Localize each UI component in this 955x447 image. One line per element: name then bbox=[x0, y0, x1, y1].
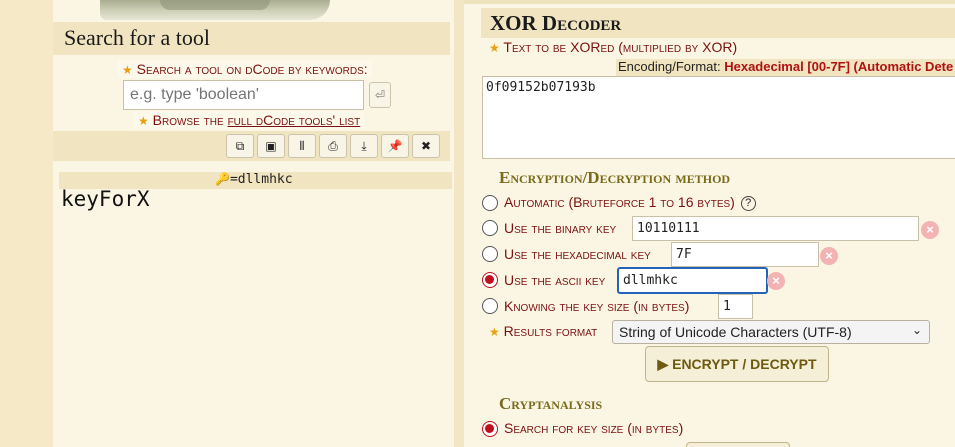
browse-tools-label: ★ Browse the full dCode tools' list bbox=[134, 111, 365, 129]
star-icon: ★ bbox=[489, 41, 500, 55]
radio-binary-key[interactable] bbox=[482, 220, 498, 236]
search-keywords-text: Search a tool on dCode by keywords: bbox=[136, 61, 368, 77]
binary-key-input[interactable]: 10110111 bbox=[632, 216, 919, 241]
option-binary-key[interactable]: Use the binary key bbox=[504, 220, 616, 236]
decoded-result: keyForX bbox=[61, 187, 150, 211]
clear-binary-icon[interactable]: × bbox=[921, 221, 939, 239]
pin-icon: 📌 bbox=[387, 139, 403, 153]
star-icon: ★ bbox=[489, 325, 500, 339]
encoding-prefix: Encoding/Format: bbox=[618, 59, 725, 74]
hex-key-input[interactable]: 7F bbox=[671, 242, 819, 267]
option-automatic[interactable]: Automatic (Bruteforce 1 to 16 bytes) ? bbox=[504, 194, 756, 211]
chevron-down-icon: ⌄ bbox=[911, 323, 922, 337]
columns-button[interactable]: ⦀ bbox=[288, 134, 316, 158]
screenshot-icon: ▣ bbox=[265, 139, 277, 153]
top-strip bbox=[464, 0, 955, 4]
results-format-value: String of Unicode Characters (UTF-8) bbox=[619, 324, 852, 340]
clear-ascii-icon[interactable]: × bbox=[767, 272, 785, 290]
enter-icon: ⏎ bbox=[374, 88, 386, 102]
xor-decoder-header: XOR Decoder bbox=[481, 8, 955, 38]
option-key-size[interactable]: Knowing the key size (in bytes) bbox=[504, 298, 689, 314]
download-icon: ⤓ bbox=[361, 139, 367, 153]
xor-text-input[interactable]: 0f09152b07193b bbox=[482, 76, 955, 159]
option-ascii-key[interactable]: Use the ascii key bbox=[504, 272, 605, 288]
left-gutter bbox=[0, 0, 53, 447]
star-icon: ★ bbox=[138, 114, 149, 128]
text-input-label: ★ Text to be XORed (multiplied by XOR) bbox=[489, 39, 737, 55]
browse-prefix: Browse the bbox=[152, 112, 228, 128]
download-button[interactable]: ⤓ bbox=[350, 134, 378, 158]
key-icon: 🔑 bbox=[215, 172, 230, 186]
star-icon: ★ bbox=[122, 63, 133, 77]
cryptanalysis-button[interactable] bbox=[686, 442, 790, 447]
option-hex-key[interactable]: Use the hexadecimal key bbox=[504, 246, 651, 262]
text-input-label-text: Text to be XORed (multiplied by XOR) bbox=[503, 39, 738, 55]
encoding-format[interactable]: Encoding/Format: Hexadecimal [00-7F] (Au… bbox=[616, 59, 955, 76]
browse-tools-link[interactable]: full dCode tools' list bbox=[228, 112, 361, 128]
method-section-title: Encryption/Decryption method bbox=[499, 168, 731, 187]
option-search-key-size[interactable]: Search for key size (in bytes) bbox=[504, 420, 683, 436]
results-format-text: Results format bbox=[503, 323, 598, 339]
tool-search-input[interactable] bbox=[123, 80, 364, 110]
help-icon[interactable]: ? bbox=[740, 195, 756, 211]
print-button[interactable]: ⎙ bbox=[319, 134, 347, 158]
radio-ascii-key[interactable] bbox=[482, 272, 498, 288]
key-display-text: =dllmhkc bbox=[229, 172, 293, 187]
copy-icon: ⧉ bbox=[235, 139, 245, 153]
ascii-key-input[interactable]: dllmhkc bbox=[617, 267, 768, 294]
results-format-select[interactable]: String of Unicode Characters (UTF-8) ⌄ bbox=[612, 320, 930, 344]
encrypt-decrypt-button[interactable]: ▶ ENCRYPT / DECRYPT bbox=[645, 346, 829, 382]
radio-key-size[interactable] bbox=[482, 298, 498, 314]
radio-search-key-size[interactable] bbox=[482, 421, 498, 437]
result-toolbar: ⧉ ▣ ⦀ ⎙ ⤓ 📌 ✖ bbox=[53, 131, 450, 161]
search-tool-header: Search for a tool bbox=[53, 22, 450, 55]
search-enter-button[interactable]: ⏎ bbox=[369, 82, 391, 108]
clear-hex-icon[interactable]: × bbox=[820, 247, 838, 265]
columns-icon: ⦀ bbox=[299, 139, 305, 153]
header-image bbox=[100, 0, 330, 20]
cryptanalysis-section-title: Cryptanalysis bbox=[499, 394, 603, 413]
encoding-value: Hexadecimal [00-7F] (Automatic Dete bbox=[724, 59, 954, 74]
print-icon: ⎙ bbox=[328, 139, 338, 153]
page-title: XOR Decoder bbox=[490, 11, 622, 35]
close-icon: ✖ bbox=[420, 139, 432, 153]
key-display: 🔑=dllmhkc bbox=[215, 172, 293, 187]
pin-button[interactable]: 📌 bbox=[381, 134, 409, 158]
radio-automatic[interactable] bbox=[482, 195, 498, 211]
option-automatic-text: Automatic (Bruteforce 1 to 16 bytes) bbox=[504, 194, 735, 210]
radio-hex-key[interactable] bbox=[482, 246, 498, 262]
copy-button[interactable]: ⧉ bbox=[226, 134, 254, 158]
close-button[interactable]: ✖ bbox=[412, 134, 440, 158]
key-size-input[interactable]: 1 bbox=[718, 294, 753, 319]
screenshot-button[interactable]: ▣ bbox=[257, 134, 285, 158]
results-format-label: ★ Results format bbox=[489, 323, 597, 339]
search-keywords-label: ★ Search a tool on dCode by keywords: bbox=[118, 60, 372, 78]
search-tool-title: Search for a tool bbox=[64, 25, 210, 50]
